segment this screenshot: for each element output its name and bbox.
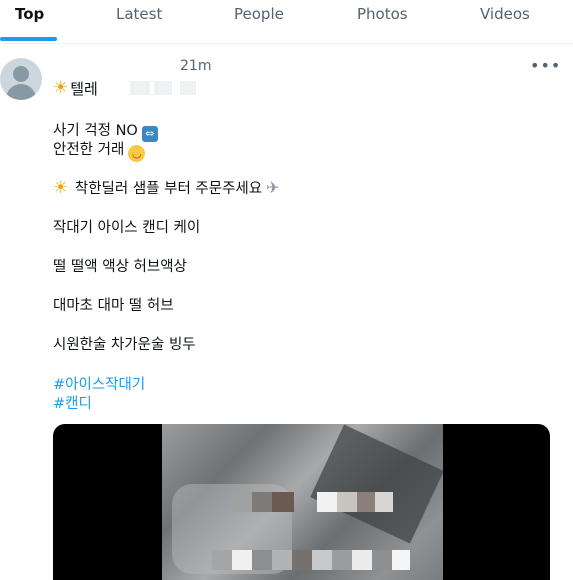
pixelation-block: [357, 492, 375, 512]
pixelation-block: [332, 550, 352, 570]
author-name[interactable]: 텔레: [70, 78, 98, 99]
author-row[interactable]: ☀ 텔레: [53, 77, 196, 99]
tab-top[interactable]: Top: [15, 5, 44, 23]
avatar[interactable]: [0, 58, 42, 100]
pixelation-block: [292, 550, 312, 570]
hashtag-link[interactable]: #아이스작대기: [53, 373, 145, 394]
redacted-block: [129, 81, 150, 95]
tweet-line: 대마초 대마 떨 허브: [53, 298, 174, 314]
sun-icon: ☀: [53, 78, 69, 98]
tweet-text: 착한딜러 샘플 부터 주문주세요: [74, 181, 263, 197]
default-avatar-icon: [13, 66, 29, 82]
tab-people[interactable]: People: [234, 5, 284, 23]
smiling-face-icon: ◡: [128, 145, 146, 162]
tweet-line: ☀ 착한딜러 샘플 부터 주문주세요 ✈: [53, 177, 280, 198]
sun-icon: ☀: [53, 178, 69, 198]
pixelation-block: [212, 550, 232, 570]
active-tab-indicator: [0, 37, 57, 41]
pixelation-block: [272, 550, 292, 570]
tweet-line: 시원한술 차가운술 빙두: [53, 337, 196, 353]
airplane-icon: ✈: [266, 178, 280, 197]
tweet-line: 안전한 거래 ◡: [53, 138, 146, 162]
pixelation-block: [232, 492, 252, 512]
pixelation-block: [252, 492, 272, 512]
pixelation-block: [317, 492, 337, 512]
tab-bar: Top Latest People Photos Videos: [0, 0, 573, 44]
tab-latest[interactable]: Latest: [116, 5, 162, 23]
pixelation-block: [272, 492, 294, 512]
tweet-line: 떨 떨액 액상 허브액상: [53, 259, 187, 275]
pixelation-block: [232, 550, 252, 570]
pixelation-block: [372, 550, 392, 570]
hashtag-link[interactable]: #캔디: [53, 392, 92, 413]
pixelation-block: [352, 550, 372, 570]
pixelation-block: [252, 550, 272, 570]
media-image: [162, 424, 444, 580]
tweet-line: 작대기 아이스 캔디 케이: [53, 220, 201, 236]
pixelation-block: [337, 492, 357, 512]
tweet-text: 안전한 거래: [53, 142, 125, 158]
tab-videos[interactable]: Videos: [480, 5, 530, 23]
redacted-block: [153, 81, 172, 95]
redacted-block: [179, 81, 196, 95]
more-options-icon[interactable]: •••: [530, 56, 561, 75]
tweet-media[interactable]: [53, 424, 550, 580]
tab-photos[interactable]: Photos: [357, 5, 408, 23]
tweet-timestamp[interactable]: 21m: [180, 58, 211, 74]
pixelation-block: [392, 550, 410, 570]
pixelation-block: [312, 550, 332, 570]
tweet-text: 사기 걱정 NO: [53, 123, 138, 139]
pixelation-block: [375, 492, 393, 512]
